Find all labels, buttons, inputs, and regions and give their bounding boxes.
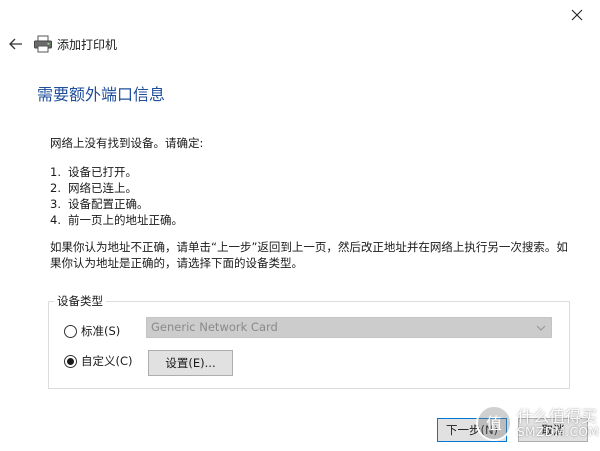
list-item: 2. 网络已连上。 xyxy=(50,181,137,195)
device-type-group xyxy=(48,301,570,389)
instructions-line: 如果你认为地址不正确，请单击“上一步”返回到上一页，然后改正地址并在网络上执行另… xyxy=(50,240,568,254)
custom-radio-label[interactable]: 自定义(C) xyxy=(81,353,133,369)
custom-radio[interactable] xyxy=(64,355,77,368)
back-button[interactable] xyxy=(6,34,26,54)
printer-icon xyxy=(33,35,53,53)
chevron-down-icon xyxy=(536,325,546,331)
window-title: 添加打印机 xyxy=(57,38,118,52)
close-icon xyxy=(571,9,583,21)
page-heading: 需要额外端口信息 xyxy=(37,85,166,104)
intro-text: 网络上没有找到设备。请确定: xyxy=(50,136,204,150)
checklist: 1. 设备已打开。 2. 网络已连上。 3. 设备配置正确。 4. 前一页上的地址正确。 xyxy=(50,164,183,228)
standard-radio[interactable] xyxy=(64,325,77,338)
list-item: 3. 设备配置正确。 xyxy=(50,197,149,211)
settings-button[interactable]: 设置(E)... xyxy=(148,350,233,376)
standard-radio-label[interactable]: 标准(S) xyxy=(81,323,120,339)
standard-device-select: Generic Network Card xyxy=(146,317,552,338)
list-item: 4. 前一页上的地址正确。 xyxy=(50,213,183,227)
standard-device-value: Generic Network Card xyxy=(151,320,278,334)
cancel-button[interactable]: 取消 xyxy=(518,418,588,442)
next-button[interactable]: 下一步(N) xyxy=(437,418,507,442)
device-type-label: 设备类型 xyxy=(54,293,106,309)
instructions-text: 如果你认为地址不正确，请单击“上一步”返回到上一页，然后改正地址并在网络上执行另… xyxy=(50,239,570,271)
list-item: 1. 设备已打开。 xyxy=(50,165,137,179)
add-printer-window: 添加打印机 需要额外端口信息 网络上没有找到设备。请确定: 1. 设备已打开。 2… xyxy=(0,0,600,451)
back-arrow-icon xyxy=(9,38,22,50)
instructions-line: 果你认为地址是正确的，请选择下面的设备类型。 xyxy=(50,256,303,270)
close-button[interactable] xyxy=(554,0,600,30)
